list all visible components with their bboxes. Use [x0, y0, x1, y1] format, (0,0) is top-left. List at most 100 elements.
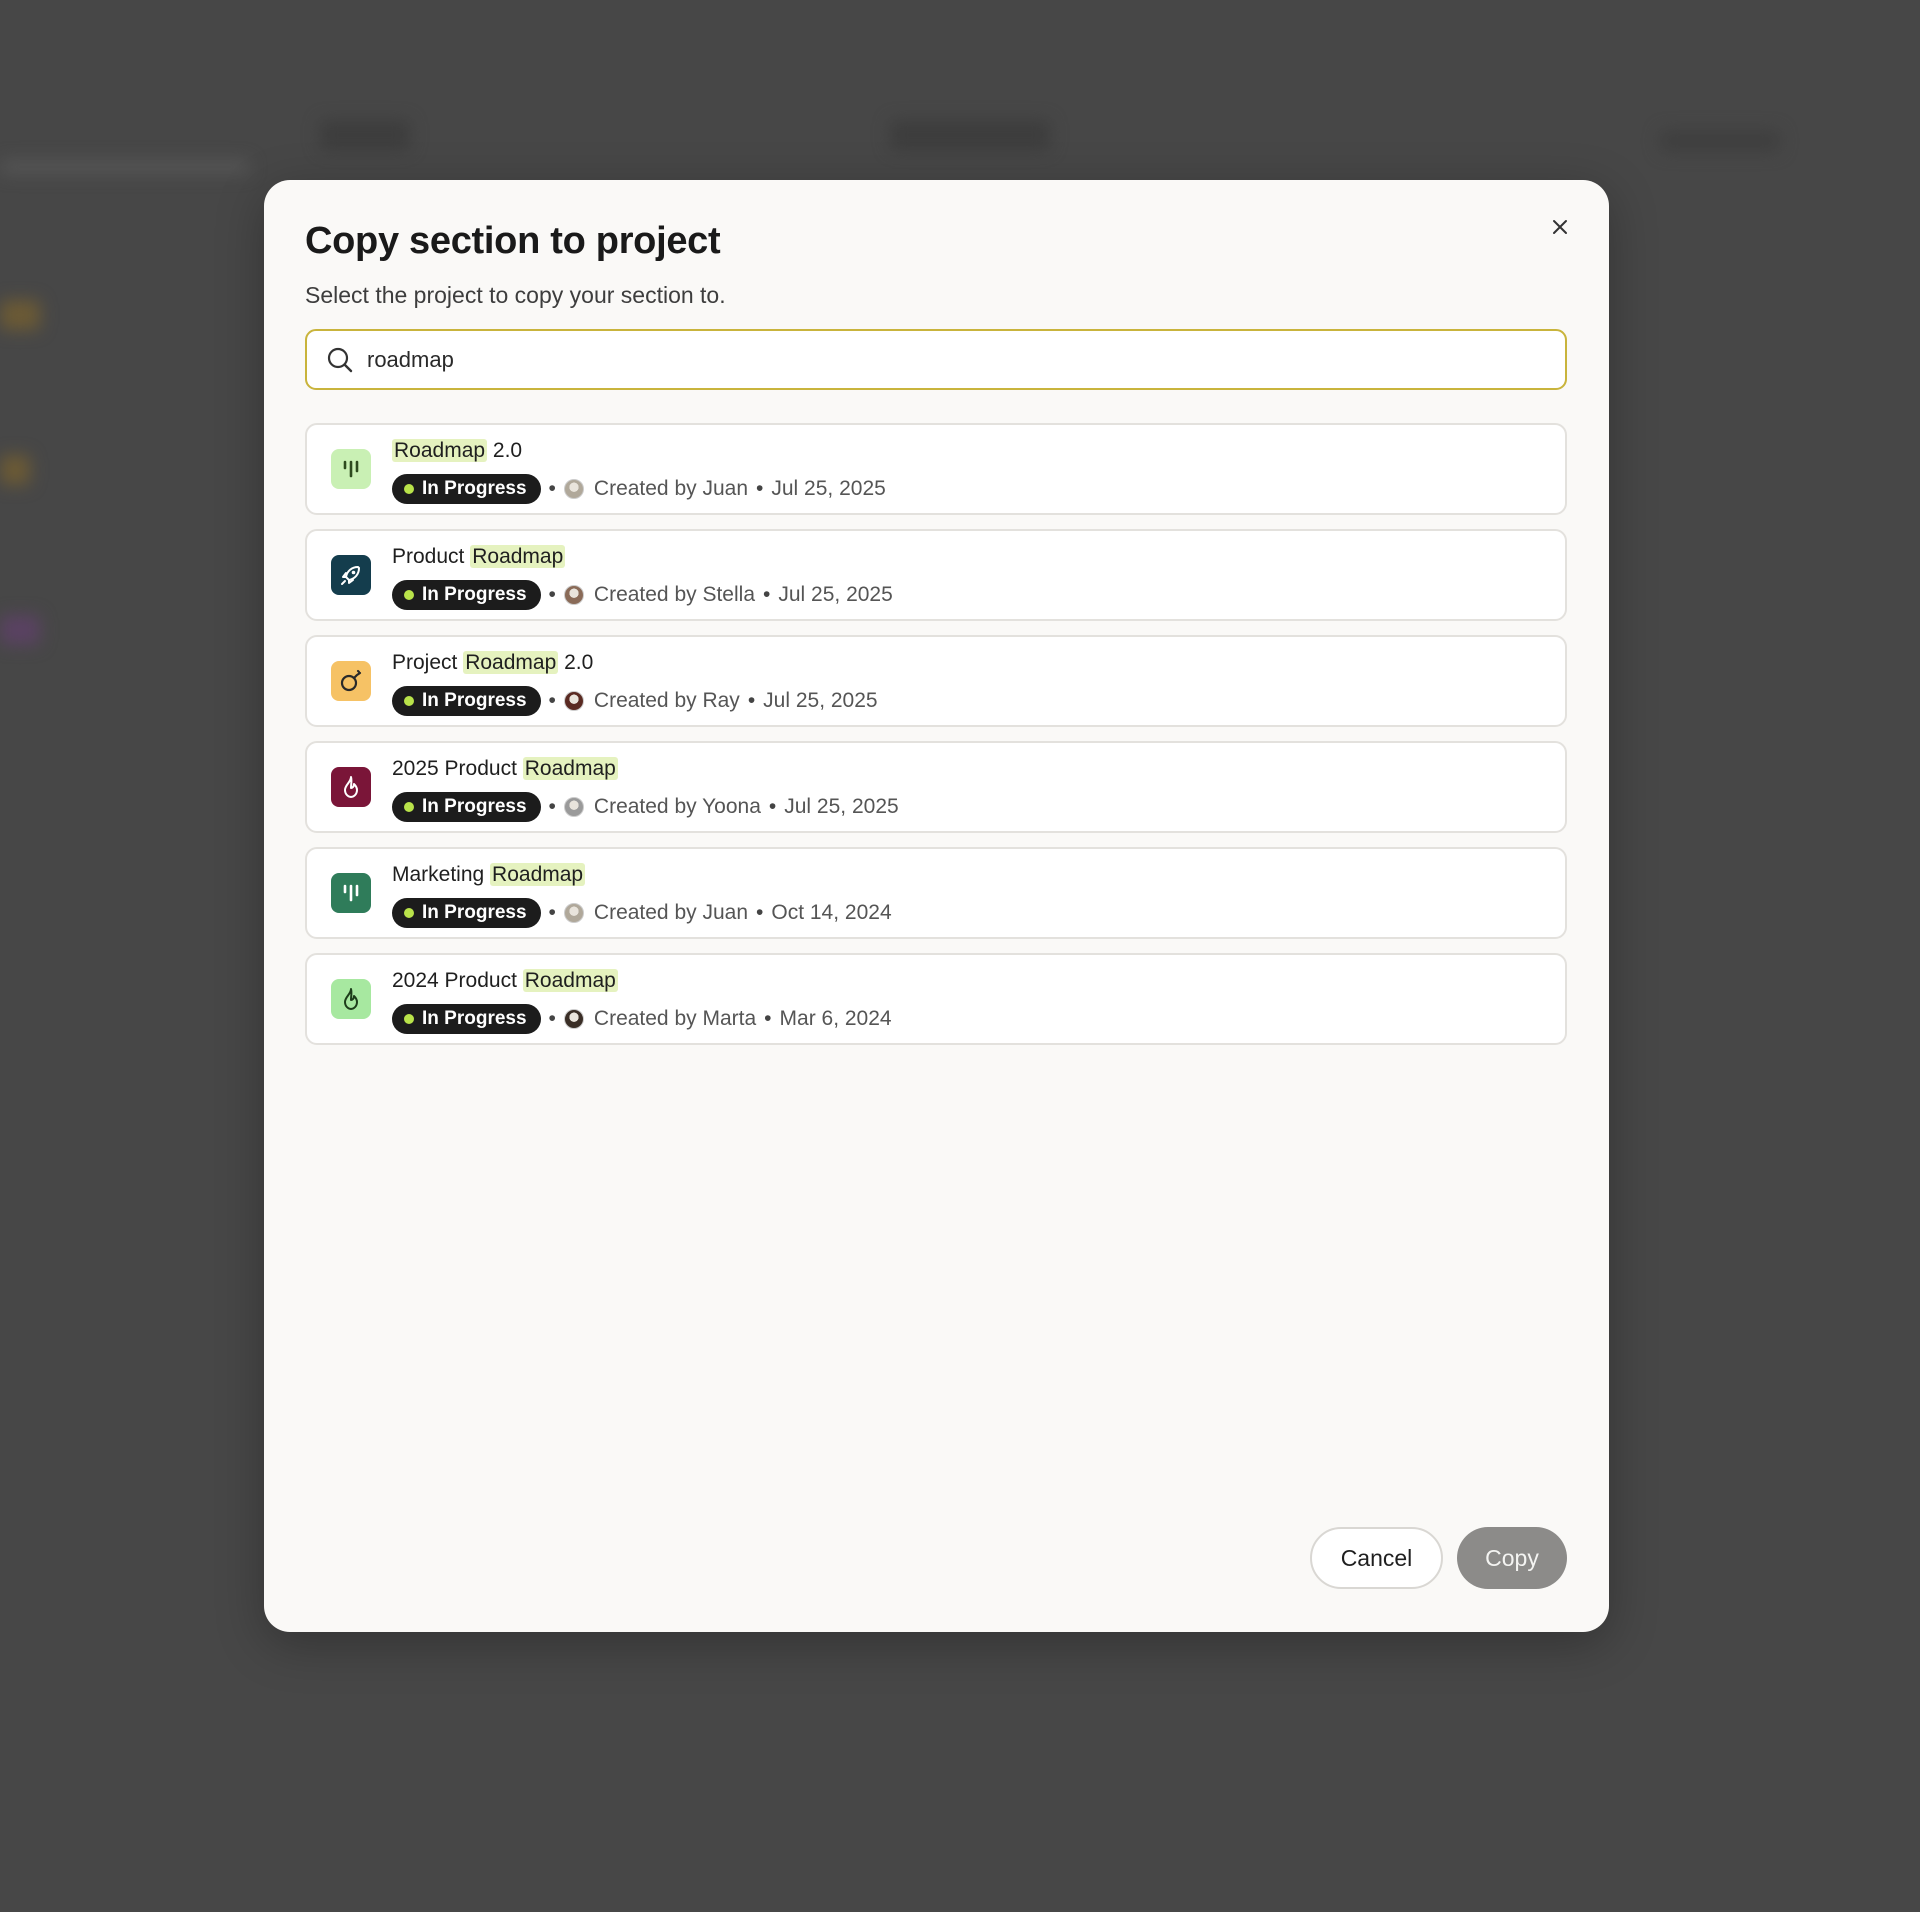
flame-icon: [339, 774, 363, 800]
close-icon: [1553, 220, 1567, 234]
bars-icon: [339, 881, 363, 905]
project-meta: In Progress • Created by Stella • Jul 25…: [392, 580, 893, 610]
created-by: Created by Juan: [593, 901, 749, 924]
search-match-highlight: Roadmap: [490, 863, 586, 886]
project-meta: In Progress • Created by Ray • Jul 25, 2…: [392, 686, 878, 716]
project-name: Project Roadmap 2.0: [392, 651, 593, 675]
avatar: [563, 585, 584, 605]
close-button[interactable]: [1545, 212, 1575, 242]
search-box[interactable]: [305, 329, 1567, 390]
status-label: In Progress: [422, 478, 527, 499]
created-date: Mar 6, 2024: [779, 1007, 892, 1030]
project-name-text: 2.0: [487, 439, 523, 462]
project-list-item[interactable]: Product Roadmap In Progress • Created by…: [305, 529, 1567, 621]
project-icon: [331, 661, 371, 701]
dialog-title: Copy section to project: [305, 220, 721, 262]
status-badge: In Progress: [392, 580, 541, 610]
separator-dot: •: [548, 901, 556, 924]
created-date: Oct 14, 2024: [771, 901, 892, 924]
status-badge: In Progress: [392, 474, 541, 504]
project-name: Marketing Roadmap: [392, 863, 586, 887]
search-match-highlight: Roadmap: [392, 439, 488, 462]
status-badge: In Progress: [392, 898, 541, 928]
separator-dot: •: [548, 477, 556, 500]
project-meta: In Progress • Created by Yoona • Jul 25,…: [392, 792, 899, 822]
project-name-text: 2025 Product: [392, 757, 523, 780]
avatar: [563, 1009, 584, 1029]
project-icon: [331, 873, 371, 913]
status-label: In Progress: [422, 690, 527, 711]
search-match-highlight: Roadmap: [470, 545, 566, 568]
status-dot-icon: [404, 802, 414, 812]
dialog-subtitle: Select the project to copy your section …: [305, 282, 726, 308]
project-name-text: Project: [392, 651, 464, 674]
separator-dot: •: [764, 1007, 772, 1030]
project-icon: [331, 767, 371, 807]
created-by: Created by Juan: [593, 477, 749, 500]
rocket-icon: [338, 562, 364, 588]
bomb-icon: [338, 668, 364, 694]
project-name: 2025 Product Roadmap: [392, 757, 618, 781]
created-date: Jul 25, 2025: [778, 583, 893, 606]
project-name-text: Marketing: [392, 863, 491, 886]
created-date: Jul 25, 2025: [784, 795, 899, 818]
status-badge: In Progress: [392, 792, 541, 822]
cancel-button[interactable]: Cancel: [1310, 1527, 1443, 1589]
copy-section-dialog: Copy section to project Select the proje…: [264, 180, 1609, 1632]
project-list-item[interactable]: 2024 Product Roadmap In Progress • Creat…: [305, 953, 1567, 1045]
status-dot-icon: [404, 590, 414, 600]
copy-button[interactable]: Copy: [1457, 1527, 1567, 1589]
search-match-highlight: Roadmap: [463, 651, 559, 674]
project-icon: [331, 449, 371, 489]
search-input[interactable]: [367, 339, 1527, 380]
created-by: Created by Stella: [593, 583, 755, 606]
bars-icon: [339, 457, 363, 481]
separator-dot: •: [548, 1007, 556, 1030]
separator-dot: •: [756, 901, 764, 924]
project-name: Product Roadmap: [392, 545, 566, 569]
status-label: In Progress: [422, 796, 527, 817]
background-app: [1660, 130, 1780, 152]
separator-dot: •: [548, 795, 556, 818]
search-match-highlight: Roadmap: [522, 969, 618, 992]
status-label: In Progress: [422, 902, 527, 923]
status-dot-icon: [404, 908, 414, 918]
avatar: [563, 903, 584, 923]
project-name: Roadmap 2.0: [392, 439, 522, 463]
separator-dot: •: [548, 689, 556, 712]
project-list-item[interactable]: 2025 Product Roadmap In Progress • Creat…: [305, 741, 1567, 833]
separator-dot: •: [763, 583, 771, 606]
status-label: In Progress: [422, 1008, 527, 1029]
status-badge: In Progress: [392, 686, 541, 716]
project-list-item[interactable]: Project Roadmap 2.0 In Progress • Create…: [305, 635, 1567, 727]
created-by: Created by Ray: [593, 689, 740, 712]
created-by: Created by Yoona: [593, 795, 761, 818]
search-icon: [325, 345, 355, 375]
project-icon: [331, 979, 371, 1019]
project-list: Roadmap 2.0 In Progress • Created by Jua…: [305, 423, 1567, 1045]
background-app: [890, 120, 1050, 150]
project-list-item[interactable]: Marketing Roadmap In Progress • Created …: [305, 847, 1567, 939]
separator-dot: •: [768, 795, 777, 818]
flame-icon: [339, 986, 363, 1012]
separator-dot: •: [747, 689, 756, 712]
project-meta: In Progress • Created by Juan • Jul 25, …: [392, 474, 886, 504]
project-meta: In Progress • Created by Juan • Oct 14, …: [392, 898, 892, 928]
project-name-text: Product: [392, 545, 471, 568]
search-match-highlight: Roadmap: [522, 757, 618, 780]
background-app: [320, 120, 410, 150]
project-name-text: 2.0: [558, 651, 594, 674]
status-dot-icon: [404, 484, 414, 494]
status-dot-icon: [404, 696, 414, 706]
project-list-item[interactable]: Roadmap 2.0 In Progress • Created by Jua…: [305, 423, 1567, 515]
project-name: 2024 Product Roadmap: [392, 969, 618, 993]
avatar: [563, 797, 584, 817]
background-app: [0, 160, 250, 174]
project-name-text: 2024 Product: [392, 969, 523, 992]
status-badge: In Progress: [392, 1004, 541, 1034]
created-date: Jul 25, 2025: [771, 477, 886, 500]
status-dot-icon: [404, 1014, 414, 1024]
created-date: Jul 25, 2025: [763, 689, 878, 712]
background-app: [0, 300, 40, 330]
avatar: [563, 479, 584, 499]
